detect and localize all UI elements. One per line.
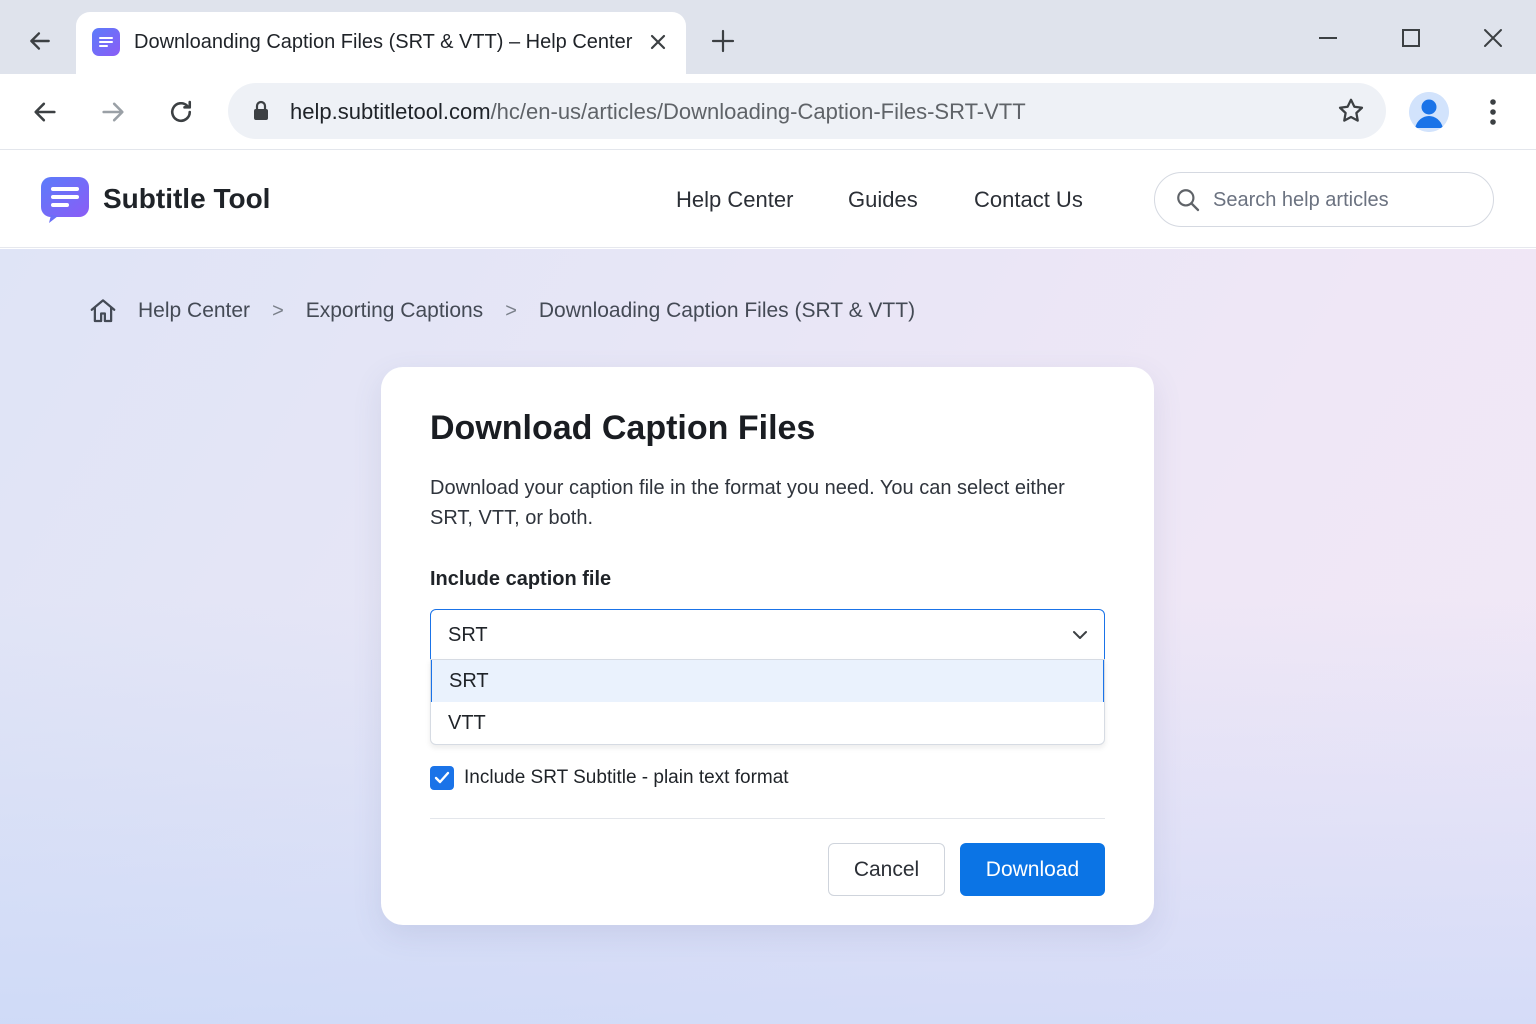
window-close-icon[interactable]	[1473, 18, 1513, 58]
maximize-icon[interactable]	[1391, 18, 1431, 58]
nav-contact-us[interactable]: Contact Us	[974, 187, 1083, 213]
tab-close-icon[interactable]	[644, 28, 672, 56]
caption-format-dropdown: SRT VTT	[430, 659, 1105, 745]
browser-tabstrip: Downloanding Caption Files (SRT & VTT) –…	[0, 0, 1536, 74]
download-button[interactable]: Download	[960, 843, 1105, 896]
tab-title: Downloanding Caption Files (SRT & VTT) –…	[134, 31, 633, 53]
address-url: help.subtitletool.com/hc/en-us/articles/…	[290, 99, 1026, 125]
breadcrumb-separator: >	[272, 299, 284, 322]
home-icon[interactable]	[88, 296, 118, 326]
breadcrumb-separator: >	[505, 299, 517, 322]
select-current-value: SRT	[448, 624, 488, 646]
subtitle-tool-favicon-icon	[92, 28, 120, 56]
caption-file-label: Include caption file	[430, 568, 612, 590]
site-header: Subtitle Tool Help Center Guides Contact…	[0, 150, 1536, 248]
breadcrumb-current-page: Downloading Caption Files (SRT & VTT)	[538, 299, 916, 322]
breadcrumb: Help Center > Exporting Captions > Downl…	[88, 295, 915, 327]
search-icon	[1175, 187, 1201, 213]
nav-guides[interactable]: Guides	[848, 187, 918, 213]
profile-avatar-icon[interactable]	[1409, 92, 1449, 132]
brand-name[interactable]: Subtitle Tool	[103, 183, 270, 215]
reload-icon[interactable]	[160, 91, 202, 133]
breadcrumb-exporting-captions[interactable]: Exporting Captions	[306, 299, 483, 323]
cancel-button[interactable]: Cancel	[828, 843, 945, 896]
dialog-title: Download Caption Files	[430, 409, 816, 447]
address-bar[interactable]: help.subtitletool.com/hc/en-us/articles/…	[228, 83, 1386, 139]
browser-tab-active[interactable]: Downloanding Caption Files (SRT & VTT) –…	[76, 12, 686, 74]
breadcrumb-help-center[interactable]: Help Center	[138, 299, 250, 323]
caption-format-select[interactable]: SRT	[430, 609, 1105, 660]
checkmark-icon	[434, 771, 450, 784]
dialog-description: Download your caption file in the format…	[430, 477, 1065, 529]
url-path: /hc/en-us/articles/Downloading-Caption-F…	[490, 99, 1026, 124]
url-host: help.subtitletool.com	[290, 99, 491, 124]
include-srt-checkbox[interactable]	[430, 766, 454, 790]
search-input[interactable]	[1213, 183, 1473, 217]
subtitle-tool-logo-icon[interactable]	[41, 177, 89, 223]
download-dialog: Download Caption Files Download your cap…	[381, 367, 1154, 925]
new-tab-icon[interactable]	[706, 24, 740, 58]
lock-icon[interactable]	[250, 99, 272, 123]
include-srt-label[interactable]: Include SRT Subtitle - plain text format	[464, 767, 789, 789]
page-body: Help Center > Exporting Captions > Downl…	[0, 249, 1536, 1024]
search-box[interactable]	[1154, 172, 1494, 227]
bookmark-star-icon[interactable]	[1336, 96, 1366, 126]
nav-help-center[interactable]: Help Center	[676, 187, 793, 213]
dropdown-option-vtt[interactable]: VTT	[431, 702, 1104, 744]
chevron-down-icon[interactable]	[1070, 625, 1090, 645]
more-vert-icon[interactable]	[1478, 92, 1508, 132]
minimize-icon[interactable]	[1308, 18, 1348, 58]
tab-search-back-icon[interactable]	[22, 24, 58, 58]
dropdown-option-srt[interactable]: SRT	[431, 660, 1104, 702]
dialog-divider	[430, 818, 1105, 819]
forward-icon[interactable]	[92, 91, 134, 133]
browser-toolbar: help.subtitletool.com/hc/en-us/articles/…	[0, 74, 1536, 150]
include-srt-row: Include SRT Subtitle - plain text format	[430, 765, 789, 791]
back-icon[interactable]	[24, 91, 66, 133]
